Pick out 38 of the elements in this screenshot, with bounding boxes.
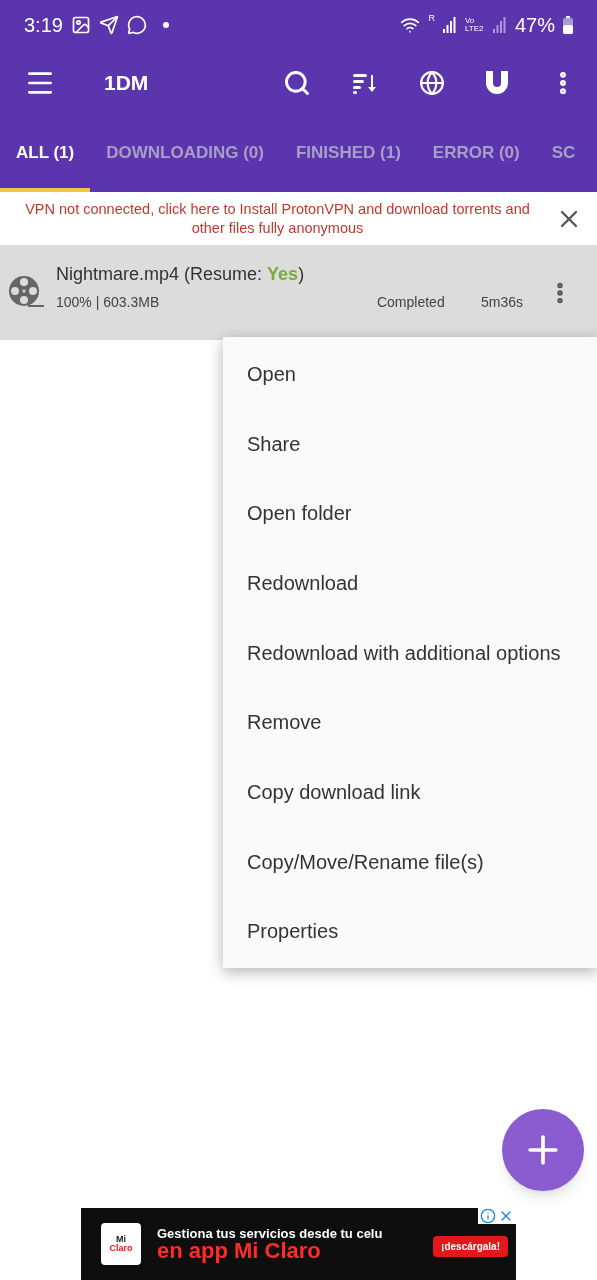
status-text: Completed (376, 293, 446, 312)
ad-banner[interactable]: Mi Claro Gestiona tus servicios desde tu celu en app Mi Claro ¡descárgala! (81, 1208, 516, 1280)
app-title: 1DM (104, 69, 150, 96)
paper-plane-icon (98, 15, 119, 35)
progress-text: 100% | 603.3MB (56, 293, 161, 312)
menu-item[interactable]: Copy download link (223, 757, 597, 827)
menu-item[interactable]: Properties (223, 896, 597, 967)
ad-cta[interactable]: ¡descárgala! (433, 1235, 508, 1257)
signal-icon (492, 17, 507, 33)
duration-text: 5m36s (480, 293, 523, 312)
logo-text: Mi (116, 1235, 126, 1244)
gallery-icon (70, 15, 91, 35)
menu-item[interactable]: Remove (223, 687, 597, 758)
info-icon[interactable] (480, 1208, 496, 1224)
battery-icon (563, 16, 573, 34)
menu-item[interactable]: Redownload (223, 548, 597, 618)
menu-item[interactable]: Copy/Move/Rename file(s) (223, 826, 597, 897)
menu-item[interactable]: Open folder (223, 478, 597, 549)
vpn-notice[interactable]: VPN not connected, click here to Install ProtonVPN and download torrents and other files fully anonymous (0, 199, 555, 238)
globe-icon[interactable] (419, 69, 445, 96)
wifi-icon (400, 15, 421, 35)
search-icon[interactable] (283, 68, 311, 97)
logo-text: Claro (109, 1244, 133, 1253)
download-row[interactable]: Nightmare.mp4 (Resume: Yes) 100% | 603.3MB Completed 5m36s (0, 246, 597, 340)
menu-item[interactable]: Share (223, 408, 597, 479)
ad-subheadline: en app Mi Claro (157, 1239, 321, 1262)
file-name: Nightmare.mp4 (Resume: Yes) (56, 263, 306, 286)
magnet-icon[interactable] (485, 69, 509, 96)
battery-level: 47% (514, 13, 555, 38)
chat-icon (126, 15, 147, 35)
network-label: R (428, 14, 435, 23)
signal-icon (442, 17, 457, 33)
menu-item[interactable]: Open (223, 339, 597, 409)
tab[interactable]: ALL (1) (0, 115, 91, 192)
status-time: 3:19 (24, 13, 63, 38)
menu-item[interactable]: Redownload with additional options (223, 617, 597, 688)
network-label: Vo LTE2 (464, 17, 485, 33)
ad-headline: Gestiona tus servicios desde tu celu (157, 1226, 383, 1240)
